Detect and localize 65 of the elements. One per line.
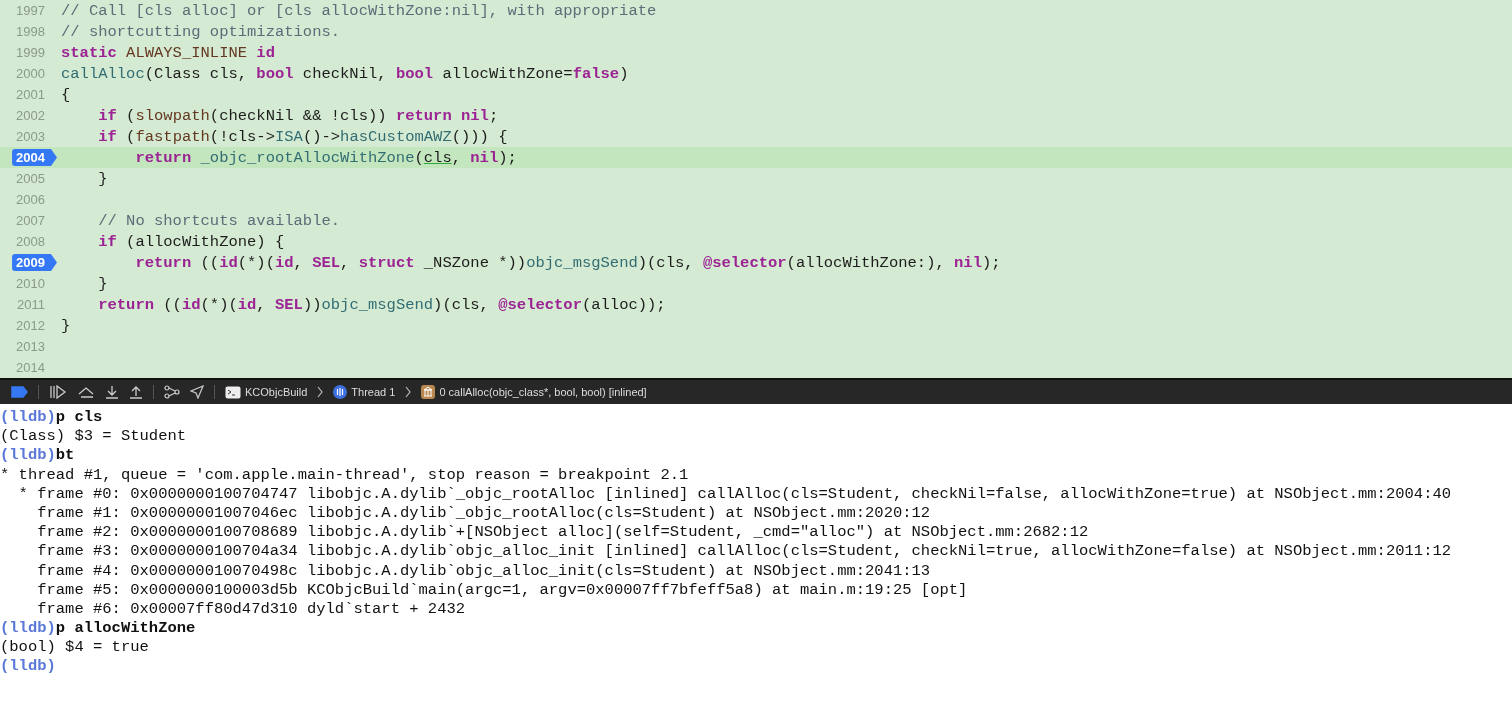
lldb-prompt: (lldb) — [0, 619, 56, 638]
console-output: frame #4: 0x000000010070498c libobjc.A.dylib`objc_alloc_init(cls=Student) at NSObject.mm:2041:13 — [36, 561, 931, 580]
console-command: p allocWithZone — [55, 619, 196, 638]
step-over-icon[interactable] — [77, 385, 95, 399]
terminal-icon — [225, 385, 241, 399]
code-line: return ((id(*)(id, SEL))objc_msgSend)(cls, @selector(alloc)); — [97, 295, 666, 314]
code-line: } — [61, 316, 71, 335]
lldb-prompt: (lldb) — [0, 446, 56, 465]
line-number: 2014 — [16, 360, 46, 375]
console-output: (Class) $3 = Student — [0, 427, 187, 446]
code-line: callAlloc(Class cls, bool checkNil, bool allocWithZone=false) — [61, 64, 629, 83]
code-line: return _objc_rootAllocWithZone(cls, nil); — [134, 148, 517, 167]
code-line: // No shortcuts available. — [97, 211, 341, 230]
console-output: frame #3: 0x0000000100704a34 libobjc.A.dylib`objc_alloc_init [inlined] callAlloc(cls=Student, checkNil=true, allocWithZone=false) at NSObject.mm:2011:12 — [36, 542, 1452, 561]
breakpoints-toggle-icon[interactable] — [10, 386, 28, 398]
line-number: 2008 — [16, 234, 46, 249]
line-number: 2005 — [16, 171, 46, 186]
memory-graph-icon[interactable] — [164, 385, 180, 399]
console-output: frame #1: 0x00000001007046ec libobjc.A.dylib`_objc_rootAlloc(cls=Student) at NSObject.mm:2020:12 — [36, 503, 931, 522]
line-number: 2001 — [16, 87, 46, 102]
code-line: return ((id(*)(id, SEL, struct _NSZone *))objc_msgSend)(cls, @selector(allocWithZone:), nil); — [134, 253, 1001, 272]
console-output: * thread #1, queue = 'com.apple.main-thread', stop reason = breakpoint 2.1 — [0, 465, 689, 484]
line-number: 1999 — [16, 45, 46, 60]
code-line: if (slowpath(checkNil && !cls)) return nil; — [97, 106, 499, 125]
code-line: if (allocWithZone) { — [97, 232, 285, 251]
code-line: static ALWAYS_INLINE id — [61, 43, 275, 62]
console-output: (bool) $4 = true — [0, 638, 149, 657]
breadcrumb-item[interactable]: 0 callAlloc(objc_class*, bool, bool) [inlined] — [439, 386, 647, 398]
console-output: frame #6: 0x00007ff80d47d310 dyld`start + 2432 — [36, 599, 466, 618]
location-icon[interactable] — [190, 385, 204, 399]
line-number: 2002 — [16, 108, 46, 123]
code-line: } — [97, 169, 108, 188]
code-line: { — [61, 85, 71, 104]
lldb-prompt: (lldb) — [0, 408, 56, 426]
line-number: 2000 — [16, 66, 46, 81]
code-line: // shortcutting optimizations. — [61, 22, 341, 41]
line-number: 2012 — [16, 318, 46, 333]
console-output: frame #5: 0x0000000100003d5b KCObjcBuild`main(argc=1, argv=0x00007ff7bfeff5a8) at main.m:19:25 [opt] — [36, 580, 968, 599]
lldb-prompt: (lldb) — [0, 657, 56, 676]
stack-frame-icon — [421, 385, 436, 399]
line-number: 2013 — [16, 339, 46, 354]
line-number: 2006 — [16, 192, 46, 207]
chevron-icon — [317, 386, 324, 398]
step-out-icon[interactable] — [129, 385, 143, 399]
code-line: if (fastpath(!cls->ISA()->hasCustomAWZ())) { — [97, 127, 508, 146]
breakpoint-marker[interactable]: 2009 — [12, 254, 57, 271]
continue-icon[interactable] — [49, 385, 67, 399]
breakpoint-marker[interactable]: 2004 — [12, 149, 57, 166]
breadcrumb-item[interactable]: Thread 1 — [351, 386, 396, 398]
line-number: 1997 — [16, 3, 46, 18]
line-number: 2003 — [16, 129, 46, 144]
console-command: bt — [55, 446, 75, 465]
code-line: // Call [cls alloc] or [cls allocWithZone:nil], with appropriate — [61, 1, 657, 20]
breadcrumb-item[interactable]: KCObjcBuild — [245, 386, 308, 398]
line-number: 1998 — [16, 24, 46, 39]
console-command: p cls — [55, 408, 103, 426]
console-output: * frame #0: 0x0000000100704747 libobjc.A.dylib`_objc_rootAlloc [inlined] callAlloc(cls=Student, checkNil=false, allocWithZone=true) at NSObject.mm:2004:40 — [17, 484, 1452, 503]
line-number: 2010 — [16, 276, 46, 291]
console-output: frame #2: 0x0000000100708689 libobjc.A.dylib`+[NSObject alloc](self=Student, _cmd="alloc") at NSObject.mm:2682:12 — [36, 523, 1089, 542]
line-number: 2011 — [17, 297, 46, 312]
chevron-icon — [405, 386, 412, 398]
line-number: 2007 — [16, 213, 46, 228]
step-into-icon[interactable] — [105, 385, 119, 399]
thread-icon — [333, 385, 348, 399]
code-line: } — [97, 274, 108, 293]
